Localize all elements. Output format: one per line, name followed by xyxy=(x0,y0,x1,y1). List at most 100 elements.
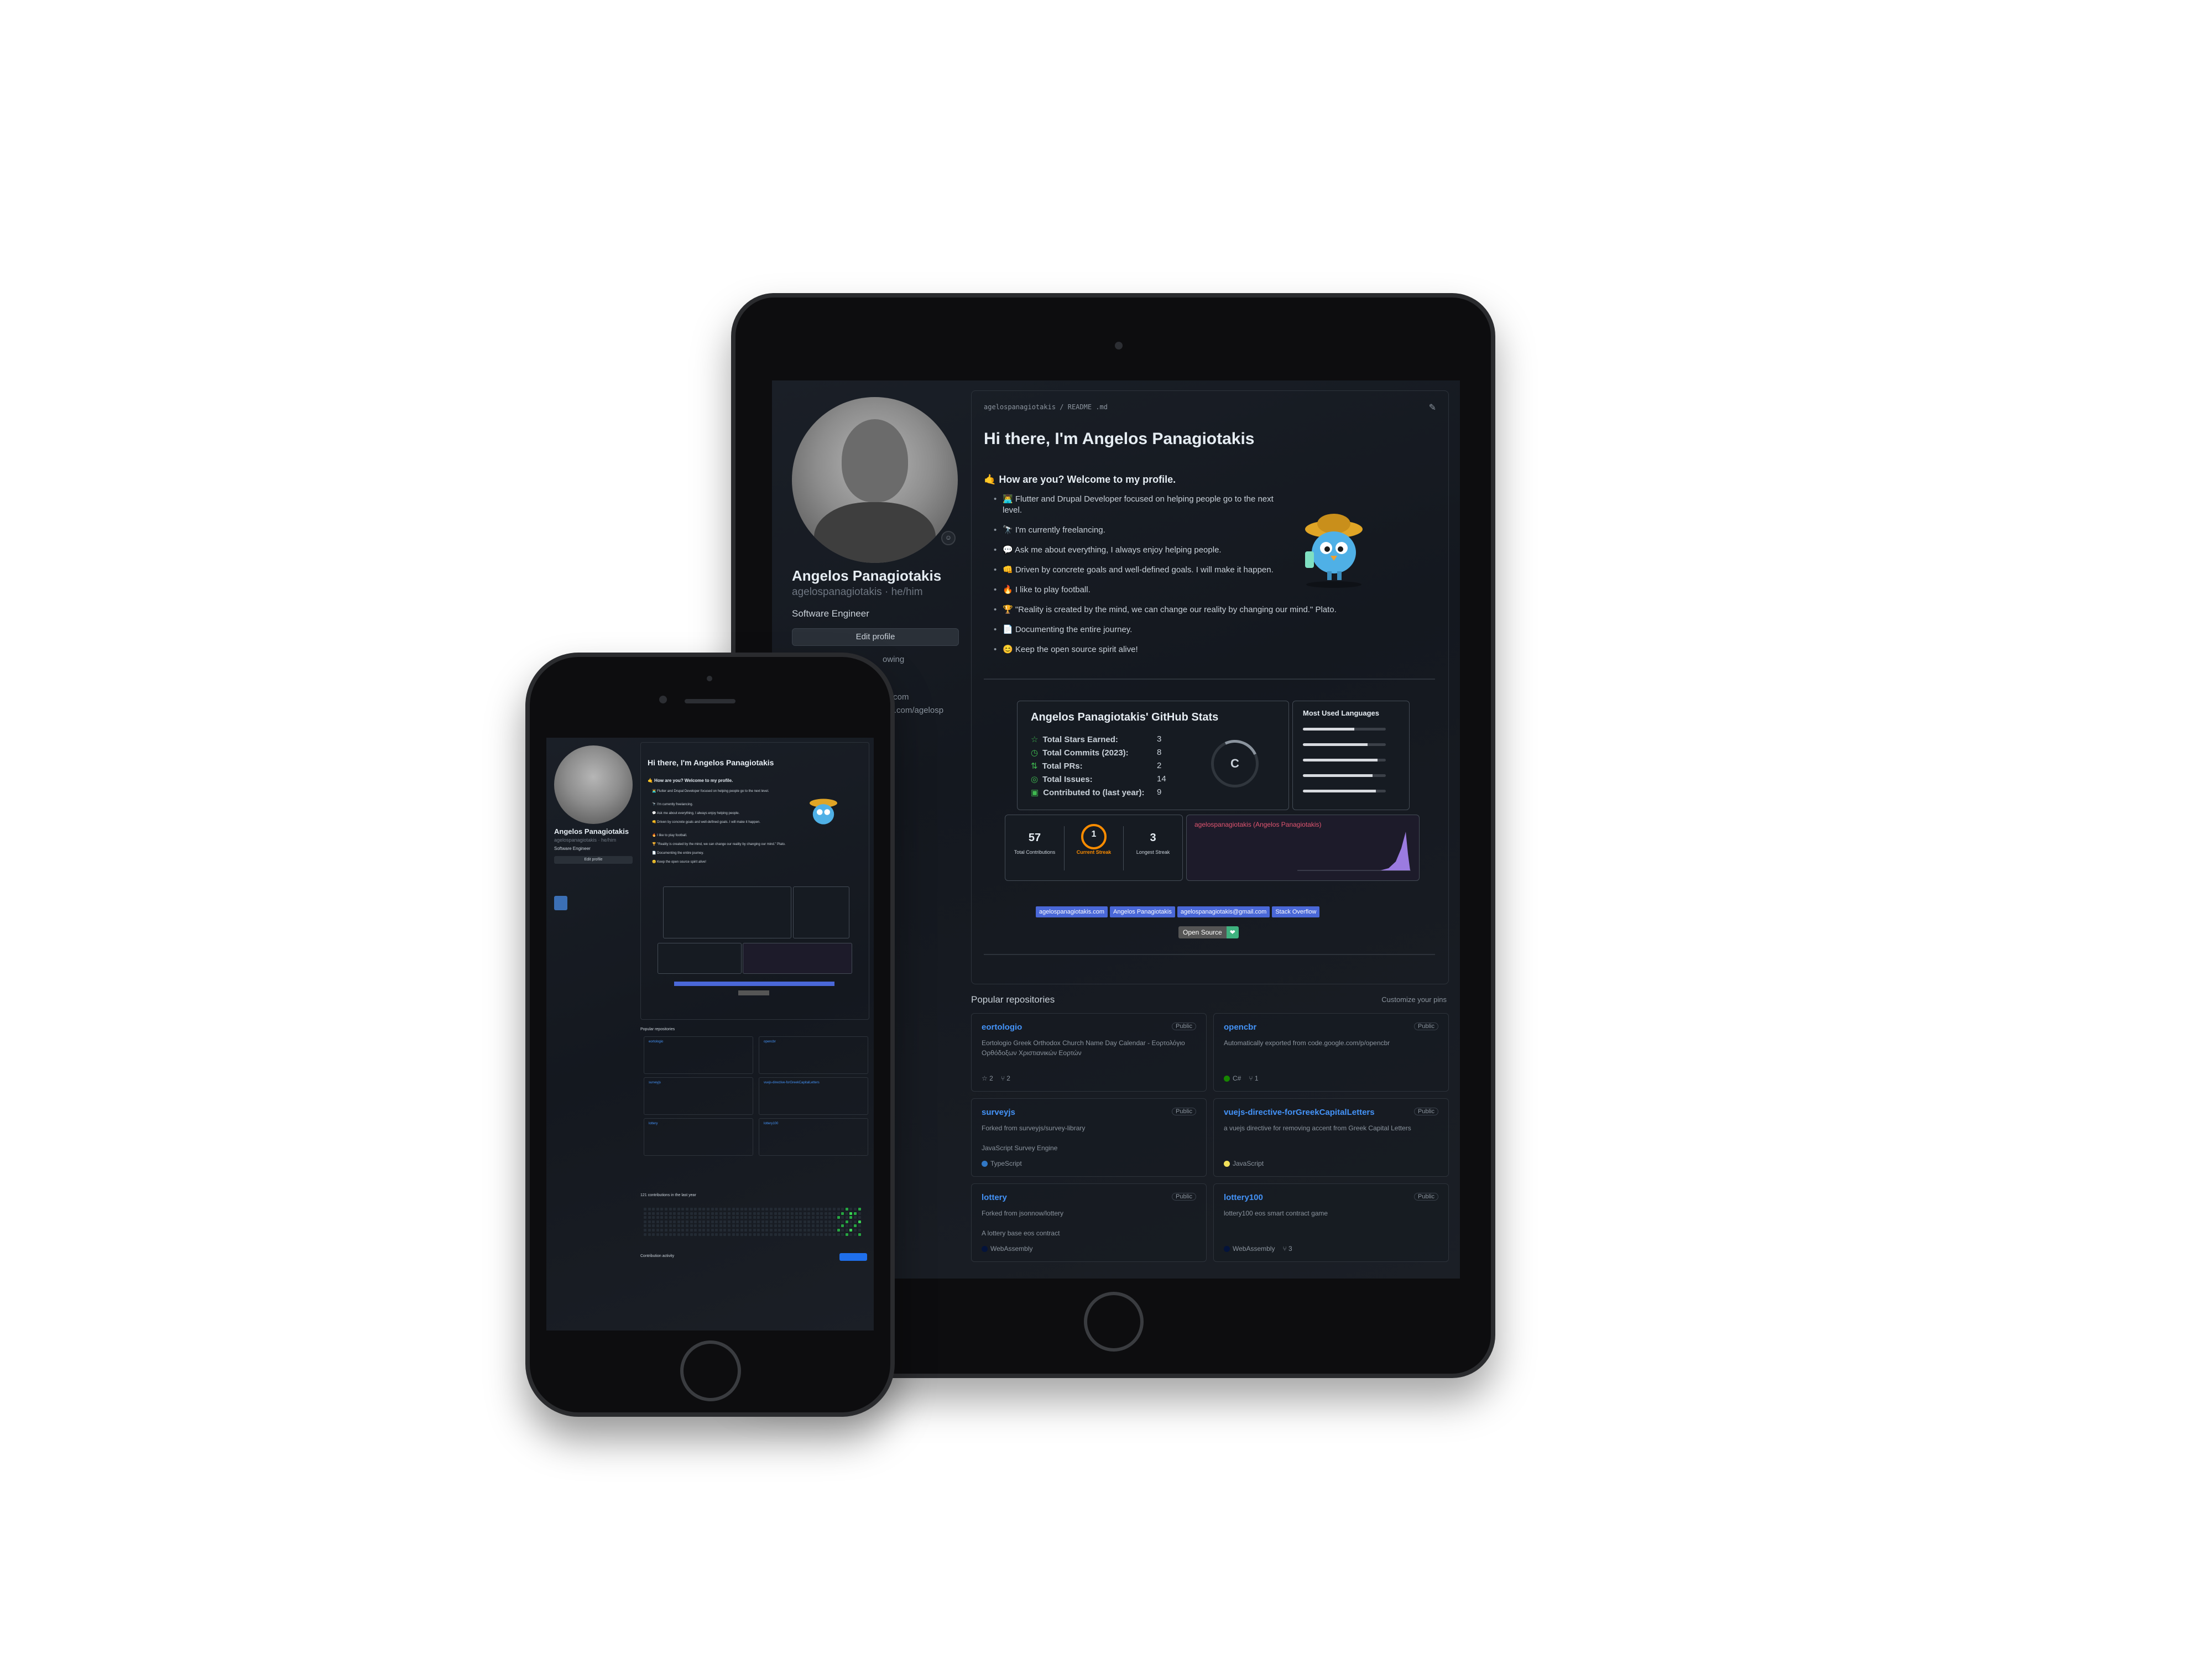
repo-language: WebAssembly xyxy=(1233,1245,1275,1253)
year-selector-button[interactable] xyxy=(839,1253,867,1261)
stats-title: Angelos Panagiotakis' GitHub Stats xyxy=(1031,711,1219,723)
contribution-cell xyxy=(761,1233,764,1236)
contribution-cell xyxy=(673,1216,676,1219)
contribution-cell xyxy=(749,1212,752,1215)
readme-panel: Hi there, I'm Angelos Panagiotakis 🤙 How… xyxy=(640,742,869,1020)
contribution-cell xyxy=(728,1208,731,1211)
contribution-cell xyxy=(660,1224,664,1228)
divider xyxy=(984,679,1435,680)
contribution-cell xyxy=(669,1229,672,1232)
repo-name[interactable]: lottery100 xyxy=(1224,1193,1263,1202)
repo-card[interactable]: lottery xyxy=(644,1118,753,1156)
repo-card[interactable]: lottery Public Forked from jsonnow/lottery… xyxy=(971,1183,1207,1262)
repo-name[interactable]: opencbr xyxy=(1224,1022,1256,1032)
linkedin-badge[interactable]: Angelos Panagiotakis xyxy=(1110,906,1175,917)
stackoverflow-badge[interactable]: Stack Overflow xyxy=(1272,906,1320,917)
repo-card[interactable]: lottery100 Public lottery100 eos smart con… xyxy=(1213,1183,1449,1262)
contribution-cell xyxy=(828,1208,832,1211)
repo-name[interactable]: vuejs-directive-forGreekCapitalLetters xyxy=(1224,1108,1375,1117)
repo-forks[interactable]: ⑂ 2 xyxy=(1001,1074,1010,1082)
contribution-cell xyxy=(698,1208,701,1211)
achievement-badge-icon[interactable] xyxy=(554,896,567,910)
repo-name[interactable]: lottery xyxy=(649,1122,658,1125)
contribution-cell xyxy=(648,1212,651,1215)
phone-device: Angelos Panagiotakis agelospanagiotakis … xyxy=(525,653,895,1417)
repo-name[interactable]: surveyjs xyxy=(982,1108,1015,1117)
contribution-cell xyxy=(799,1220,802,1223)
contribution-cell xyxy=(782,1233,785,1236)
repo-card[interactable]: eortologio Public Eortologio Greek Orthodo… xyxy=(971,1013,1207,1092)
repo-forks[interactable]: ⑂ 1 xyxy=(1249,1074,1258,1082)
set-status-icon[interactable]: ☺ xyxy=(941,531,956,545)
repo-name[interactable]: opencbr xyxy=(764,1040,776,1044)
contribution-cell xyxy=(841,1233,844,1236)
contribution-cell xyxy=(782,1224,785,1228)
repo-name[interactable]: lottery xyxy=(982,1193,1007,1202)
repo-name[interactable]: eortologio xyxy=(982,1022,1022,1032)
social-badges[interactable] xyxy=(674,982,834,986)
contribution-cell xyxy=(845,1233,848,1236)
contribution-cell xyxy=(677,1220,680,1223)
profile-bio: Software Engineer xyxy=(792,608,869,619)
repo-card[interactable]: surveyjs xyxy=(644,1077,753,1115)
contribution-cell xyxy=(849,1229,853,1232)
contribution-cell xyxy=(648,1224,651,1228)
contribution-cell xyxy=(719,1208,722,1211)
repo-name[interactable]: surveyjs xyxy=(649,1081,661,1084)
language-bar xyxy=(1303,790,1386,792)
repo-forks[interactable]: ⑂ 3 xyxy=(1282,1245,1292,1253)
contribution-cell xyxy=(728,1233,731,1236)
contribution-cell xyxy=(740,1224,743,1228)
repo-stars[interactable]: ☆ 2 xyxy=(982,1074,993,1082)
repo-card[interactable]: opencbr Public Automatically exported from… xyxy=(1213,1013,1449,1092)
contribution-cell xyxy=(656,1216,659,1219)
open-source-badge[interactable] xyxy=(738,990,769,995)
repo-name[interactable]: lottery100 xyxy=(764,1122,778,1125)
contribution-cell xyxy=(669,1233,672,1236)
repo-card[interactable]: eortologio xyxy=(644,1036,753,1074)
contribution-cell xyxy=(833,1212,836,1215)
divider xyxy=(984,954,1435,955)
stat-value: 8 xyxy=(1157,748,1162,757)
readme-list: 👨‍💻 Flutter and Drupal Developer focused… xyxy=(994,494,1337,664)
contribution-cell xyxy=(644,1233,646,1236)
repo-card[interactable]: lottery100 xyxy=(759,1118,868,1156)
contribution-cell xyxy=(849,1233,853,1236)
contribution-cell xyxy=(669,1216,672,1219)
following-link[interactable]: owing xyxy=(883,655,904,664)
contribution-cell xyxy=(824,1216,827,1219)
tablet-home-button[interactable] xyxy=(1084,1292,1144,1352)
contribution-cell xyxy=(782,1229,785,1232)
repo-name[interactable]: vuejs-directive-forGreekCapitalLetters xyxy=(764,1081,820,1084)
repo-card[interactable]: vuejs-directive-forGreekCapitalLetters xyxy=(759,1077,868,1115)
github-stats-card xyxy=(663,886,791,938)
repo-name[interactable]: eortologio xyxy=(649,1040,663,1044)
repo-card[interactable]: surveyjs Public Forked from surveyjs/surve… xyxy=(971,1098,1207,1177)
contribution-cell xyxy=(774,1220,777,1223)
open-source-badge[interactable]: Open Source ❤ xyxy=(1178,926,1239,938)
contribution-cell xyxy=(652,1212,655,1215)
repo-card[interactable]: vuejs-directive-forGreekCapitalLetters Pu… xyxy=(1213,1098,1449,1177)
contribution-cell xyxy=(854,1220,857,1223)
edit-profile-button[interactable]: Edit profile xyxy=(554,856,633,864)
contribution-cell xyxy=(812,1216,815,1219)
pencil-icon[interactable]: ✎ xyxy=(1429,402,1436,413)
contribution-cell xyxy=(669,1212,672,1215)
contribution-cell xyxy=(782,1216,785,1219)
contribution-cell xyxy=(837,1208,840,1211)
edit-profile-button[interactable]: Edit profile xyxy=(792,628,959,646)
contribution-cell xyxy=(652,1224,655,1228)
phone-home-button[interactable] xyxy=(680,1340,741,1401)
gmail-badge[interactable]: agelospanagiotakis@gmail.com xyxy=(1177,906,1270,917)
contribution-cell xyxy=(732,1233,735,1236)
repo-card[interactable]: opencbr xyxy=(759,1036,868,1074)
customize-pins-link[interactable]: Customize your pins xyxy=(1381,995,1447,1004)
contribution-cell xyxy=(845,1224,848,1228)
avatar-head xyxy=(842,419,908,502)
readme-breadcrumb[interactable]: agelospanagiotakis / README .md xyxy=(984,403,1108,411)
website-badge[interactable]: agelospanagiotakis.com xyxy=(1036,906,1108,917)
avatar[interactable] xyxy=(554,745,633,824)
list-item: 🔭 I'm currently freelancing. xyxy=(994,525,1281,536)
contribution-cell xyxy=(791,1233,794,1236)
avatar[interactable] xyxy=(792,397,958,563)
